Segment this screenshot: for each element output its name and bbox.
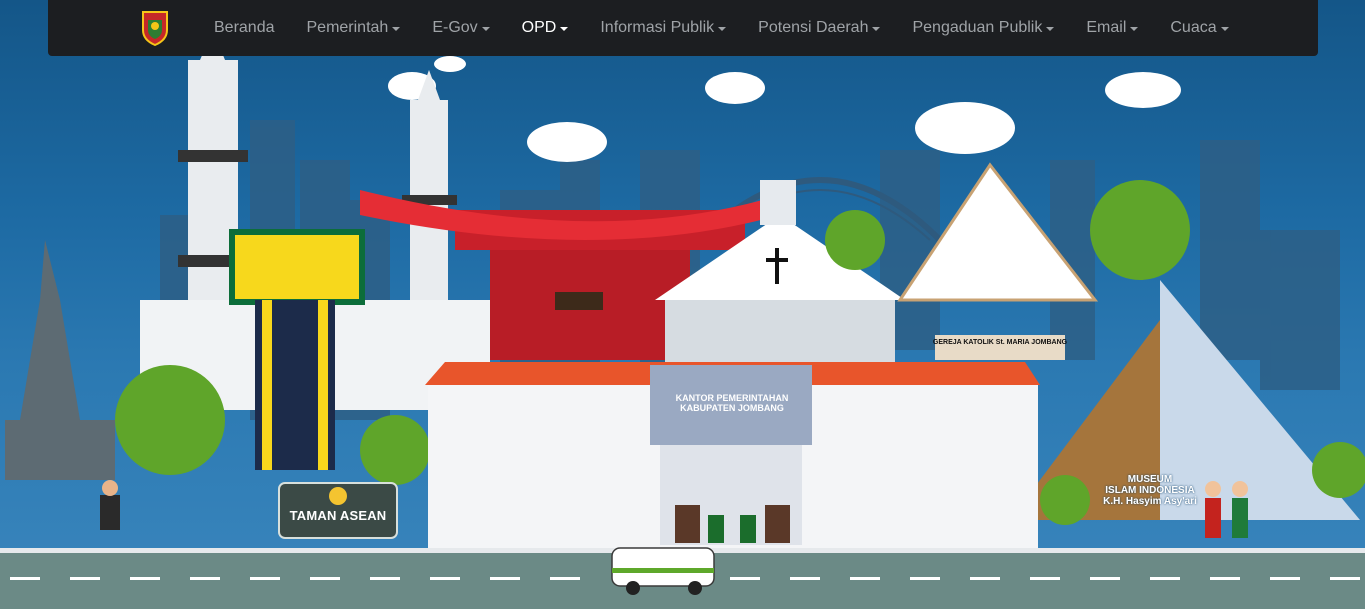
clouds bbox=[388, 56, 1181, 162]
top-navbar: Beranda Pemerintah E-Gov OPD Informasi P… bbox=[48, 0, 1318, 56]
jombang-crest-icon[interactable] bbox=[140, 10, 170, 47]
nav-label: Informasi Publik bbox=[600, 19, 715, 36]
taman-asean-label: TAMAN ASEAN bbox=[289, 508, 387, 523]
nav-item-pengaduan-publik[interactable]: Pengaduan Publik bbox=[896, 19, 1070, 37]
caret-down-icon bbox=[872, 27, 881, 31]
dancer-figure bbox=[100, 480, 120, 530]
nav-label: Pengaduan Publik bbox=[912, 19, 1043, 36]
caret-down-icon bbox=[1130, 27, 1139, 31]
caret-down-icon bbox=[481, 27, 490, 31]
office-label-line2: KABUPATEN JOMBANG bbox=[680, 403, 784, 413]
office-label-line1: KANTOR PEMERINTAHAN bbox=[675, 393, 789, 403]
minaret-right bbox=[402, 70, 457, 330]
caret-down-icon bbox=[1220, 27, 1229, 31]
nav-label: E-Gov bbox=[432, 19, 478, 36]
museum-label-line2: ISLAM INDONESIA bbox=[1105, 485, 1195, 496]
nav-item-opd[interactable]: OPD bbox=[506, 19, 585, 37]
nav-label: Beranda bbox=[214, 19, 275, 36]
church-label: GEREJA KATOLIK St. MARIA JOMBANG bbox=[932, 339, 1068, 346]
nav-item-informasi-publik[interactable]: Informasi Publik bbox=[584, 19, 742, 37]
nav-item-cuaca[interactable]: Cuaca bbox=[1154, 19, 1244, 37]
museum-label-line3: K.H. Hasyim Asy'ari bbox=[1103, 496, 1197, 507]
office-label: KANTOR PEMERINTAHAN KABUPATEN JOMBANG bbox=[652, 393, 812, 413]
nav-label: Pemerintah bbox=[306, 19, 389, 36]
nav-menu: Beranda Pemerintah E-Gov OPD Informasi P… bbox=[198, 19, 1245, 37]
caret-down-icon bbox=[718, 27, 727, 31]
caret-down-icon bbox=[1046, 27, 1055, 31]
museum-label: MUSEUM ISLAM INDONESIA K.H. Hasyim Asy'a… bbox=[1095, 474, 1205, 507]
nav-label: Cuaca bbox=[1170, 19, 1217, 36]
nav-item-egov[interactable]: E-Gov bbox=[416, 19, 505, 37]
temple bbox=[5, 240, 115, 480]
nav-item-pemerintah[interactable]: Pemerintah bbox=[291, 19, 417, 37]
caret-down-icon bbox=[392, 27, 401, 31]
nav-item-email[interactable]: Email bbox=[1070, 19, 1154, 37]
nav-label: OPD bbox=[521, 19, 557, 36]
caret-down-icon bbox=[560, 27, 569, 31]
nav-item-potensi-daerah[interactable]: Potensi Daerah bbox=[742, 19, 896, 37]
nav-label: Email bbox=[1086, 19, 1127, 36]
museum-label-line1: MUSEUM bbox=[1127, 474, 1173, 485]
nav-label: Potensi Daerah bbox=[758, 19, 869, 36]
government-office bbox=[425, 362, 1040, 550]
hero-illustration bbox=[0, 30, 1365, 609]
nav-item-beranda[interactable]: Beranda bbox=[198, 19, 291, 37]
